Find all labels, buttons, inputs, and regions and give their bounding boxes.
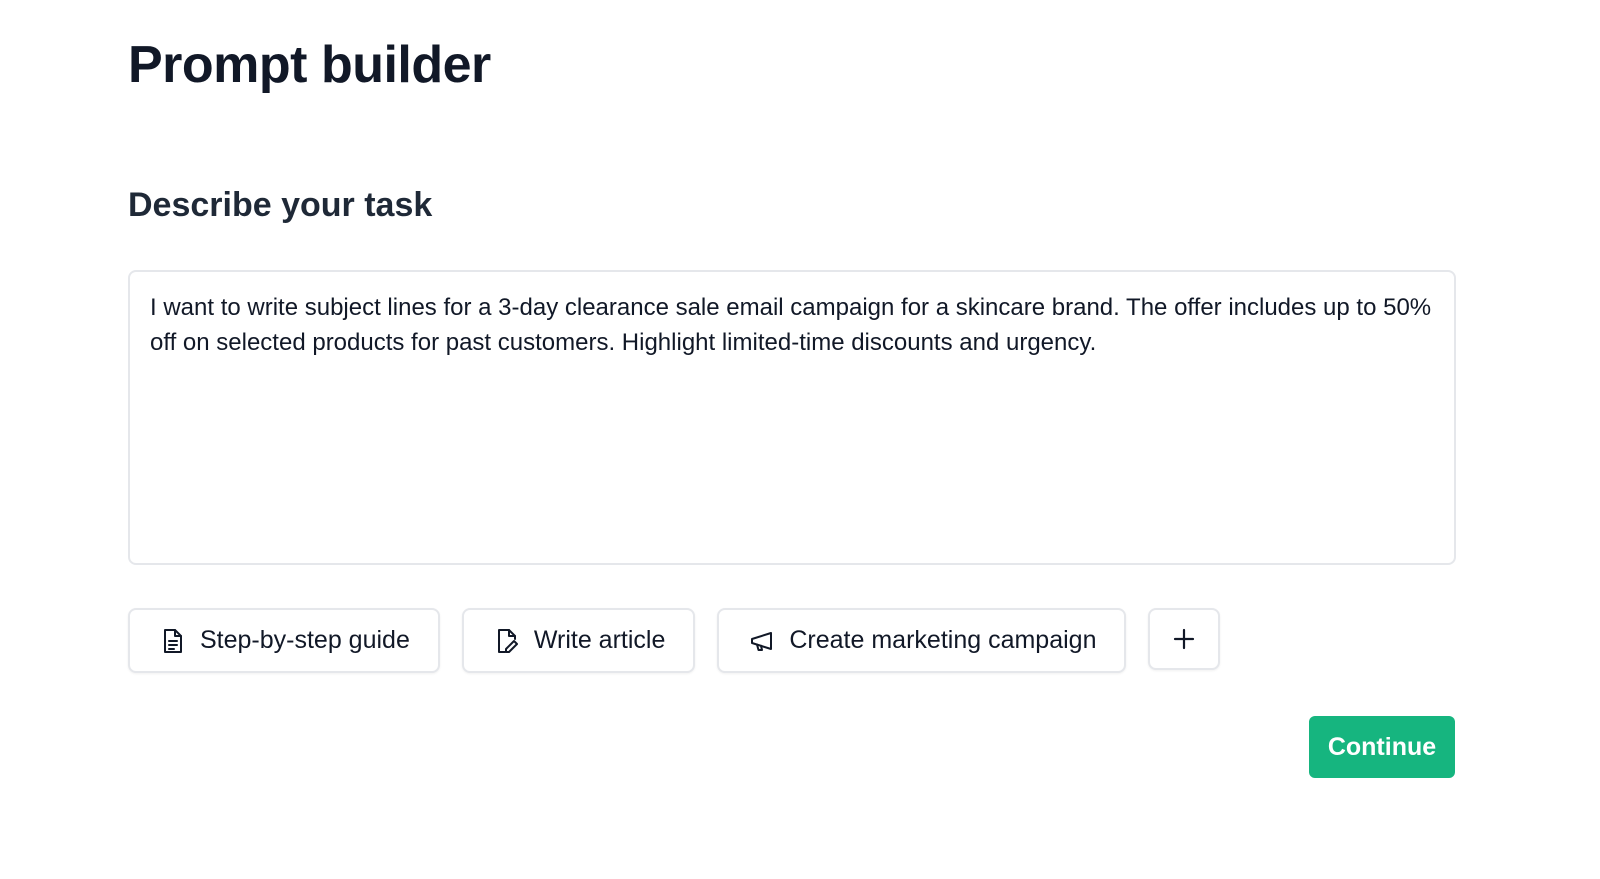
write-article-button[interactable]: Write article xyxy=(461,608,696,673)
suggestion-chips: Step-by-step guide Write article Create … xyxy=(128,608,1221,673)
task-section-heading: Describe your task xyxy=(128,186,433,224)
add-suggestion-button[interactable] xyxy=(1148,608,1221,670)
plus-icon xyxy=(1172,627,1196,651)
prompt-builder-page: Prompt builder Describe your task I want… xyxy=(0,0,1600,879)
page-title: Prompt builder xyxy=(128,36,491,94)
file-edit-icon xyxy=(494,628,520,654)
continue-button[interactable]: Continue xyxy=(1309,716,1455,778)
task-description-input[interactable]: I want to write subject lines for a 3-da… xyxy=(128,270,1456,565)
create-marketing-campaign-label: Create marketing campaign xyxy=(789,626,1097,654)
create-marketing-campaign-button[interactable]: Create marketing campaign xyxy=(717,608,1127,673)
megaphone-icon xyxy=(749,628,775,654)
task-description-text: I want to write subject lines for a 3-da… xyxy=(150,294,1438,356)
step-by-step-guide-button[interactable]: Step-by-step guide xyxy=(128,608,440,673)
step-by-step-guide-label: Step-by-step guide xyxy=(200,626,410,654)
document-icon xyxy=(160,628,186,654)
write-article-label: Write article xyxy=(533,626,666,654)
